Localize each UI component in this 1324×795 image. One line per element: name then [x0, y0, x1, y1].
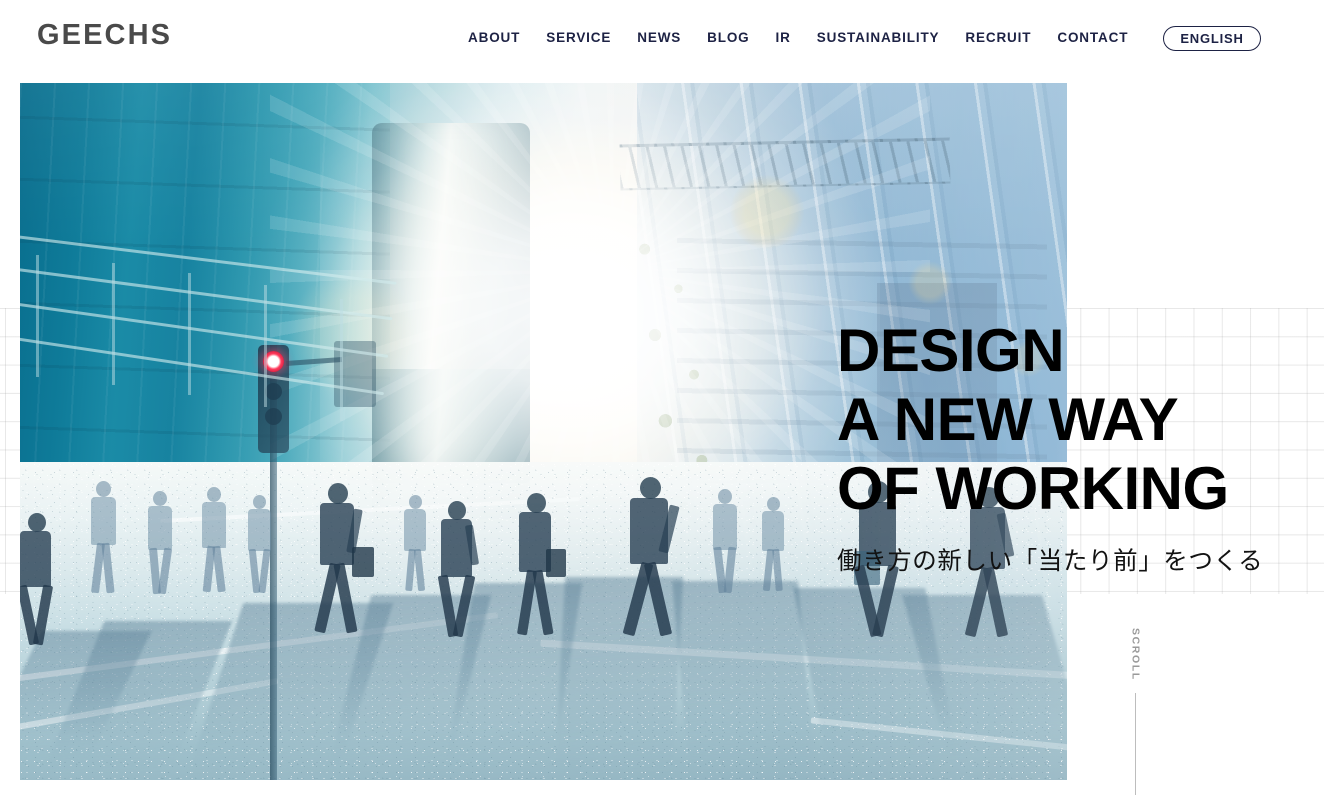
- language-switch-button[interactable]: ENGLISH: [1163, 25, 1261, 51]
- site-header: GEECHS ABOUT SERVICE NEWS BLOG IR SUSTAI…: [0, 0, 1324, 76]
- nav-item-contact[interactable]: CONTACT: [1044, 31, 1141, 45]
- page-root: GEECHS ABOUT SERVICE NEWS BLOG IR SUSTAI…: [0, 0, 1324, 795]
- hero-headline-line-3: OF WORKING: [837, 455, 1229, 522]
- photo-pedestrian: [140, 491, 180, 595]
- nav-item-ir[interactable]: IR: [763, 31, 804, 45]
- photo-railing: [20, 232, 420, 421]
- hero-copy-block: DESIGN A NEW WAY OF WORKING 働き方の新しい「当たり前…: [837, 316, 1307, 577]
- hero-subcopy: 働き方の新しい「当たり前」をつくる: [837, 546, 1264, 575]
- photo-pedestrian: [242, 495, 278, 594]
- hero-headline: DESIGN A NEW WAY OF WORKING: [837, 316, 1307, 523]
- nav-item-sustainability[interactable]: SUSTAINABILITY: [804, 31, 953, 45]
- nav-item-recruit[interactable]: RECRUIT: [952, 31, 1044, 45]
- photo-pedestrian: [756, 497, 790, 592]
- nav-item-blog[interactable]: BLOG: [694, 31, 762, 45]
- hero-headline-line-2: A NEW WAY: [837, 386, 1179, 453]
- nav-item-about[interactable]: ABOUT: [455, 31, 533, 45]
- scroll-line: [1134, 692, 1136, 795]
- photo-pedestrian: [310, 483, 376, 634]
- photo-pedestrian: [432, 501, 490, 638]
- nav-item-news[interactable]: NEWS: [624, 31, 694, 45]
- photo-pedestrian: [706, 489, 744, 594]
- photo-pedestrian: [82, 481, 124, 594]
- site-logo[interactable]: GEECHS: [37, 21, 172, 50]
- scroll-indicator[interactable]: SCROLL: [1120, 628, 1150, 795]
- photo-pedestrian: [398, 495, 432, 592]
- nav-item-service[interactable]: SERVICE: [533, 31, 624, 45]
- main-navigation: ABOUT SERVICE NEWS BLOG IR SUSTAINABILIT…: [455, 0, 1261, 76]
- scroll-label: SCROLL: [1129, 628, 1142, 681]
- hero-headline-line-1: DESIGN: [837, 317, 1065, 384]
- photo-pedestrian: [195, 487, 233, 593]
- photo-pedestrian: [20, 513, 68, 646]
- photo-pedestrian: [510, 493, 570, 636]
- photo-pedestrian: [618, 477, 700, 637]
